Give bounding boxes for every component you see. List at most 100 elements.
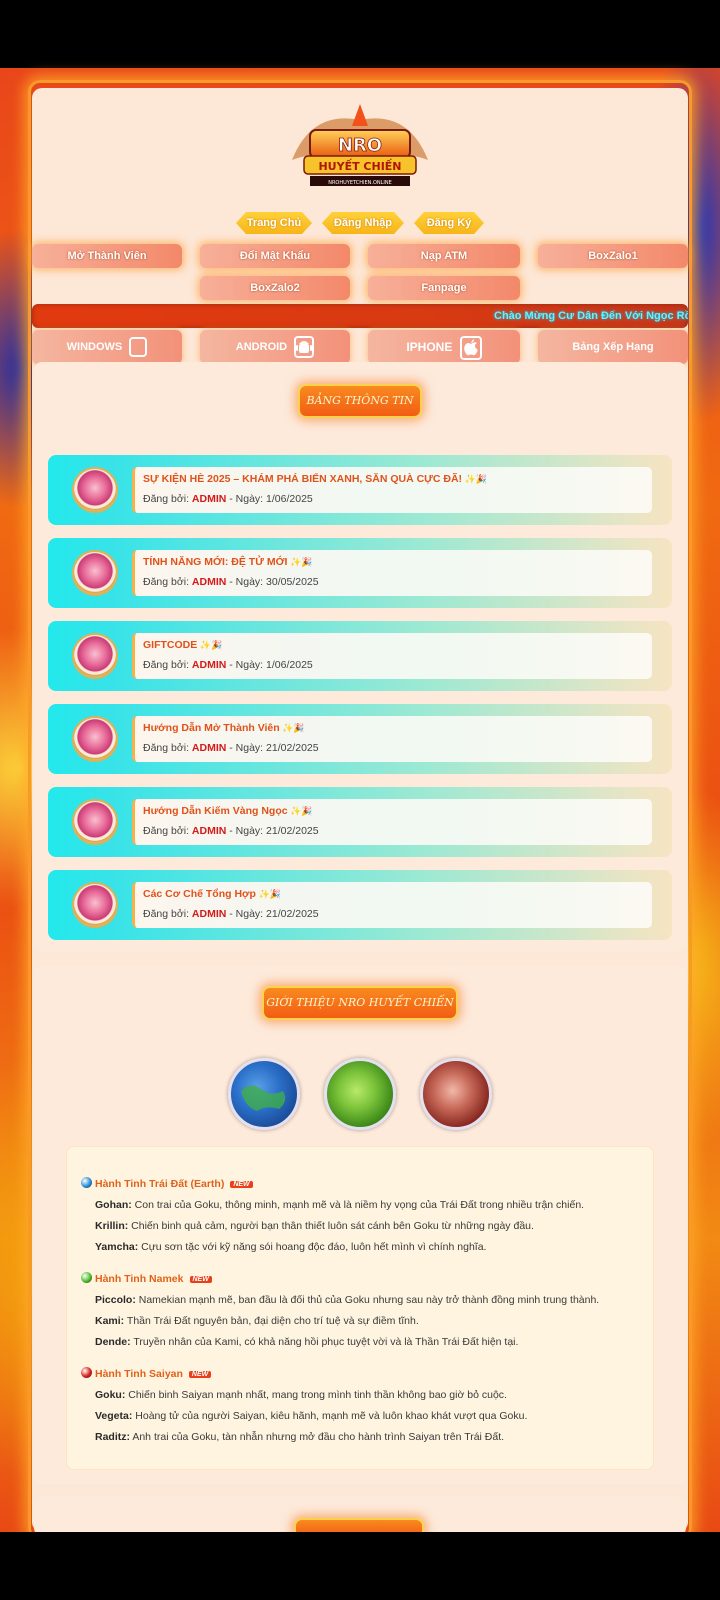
character-name: Gohan: — [95, 1199, 132, 1211]
post-author: ADMIN — [191, 493, 227, 505]
menu-boxzalo1[interactable]: BoxZalo1 — [538, 244, 688, 268]
planet-namek-icon[interactable] — [324, 1058, 396, 1130]
planet-saiyan-icon[interactable] — [420, 1058, 492, 1130]
menu-fanpage[interactable]: Fanpage — [368, 276, 520, 300]
character-entry: Gohan: Con trai của Goku, thông minh, mạ… — [95, 1199, 584, 1211]
new-badge: NEW — [230, 1181, 253, 1188]
admin-avatar — [72, 882, 118, 928]
post-author: ADMIN — [191, 825, 227, 837]
post-card[interactable]: GIFTCODE ✨🎉 Đăng bởi: ADMIN - Ngày: 1/06/… — [132, 633, 652, 679]
planet-section-heading: Hành Tinh Trái Đất (Earth) NEW — [81, 1177, 253, 1190]
character-name: Krillin: — [95, 1220, 129, 1232]
planet-dot-icon — [81, 1272, 92, 1283]
post-meta: Đăng bởi: ADMIN - Ngày: 21/02/2025 — [143, 742, 319, 754]
site-logo[interactable]: NRO HUYẾT CHIẾN NROHUYETCHIEN.ONLINE — [282, 100, 438, 196]
planet-dot-icon — [81, 1177, 92, 1188]
character-desc: Con trai của Goku, thông minh, mạnh mẽ v… — [131, 1199, 585, 1211]
post-author: ADMIN — [191, 908, 227, 920]
post-author: ADMIN — [191, 576, 227, 588]
news-post[interactable]: Các Cơ Chế Tổng Hợp ✨🎉 Đăng bởi: ADMIN - … — [48, 870, 672, 940]
news-post[interactable]: Hướng Dẫn Mở Thành Viên ✨🎉 Đăng bởi: ADMI… — [48, 704, 672, 774]
post-card[interactable]: Hướng Dẫn Mở Thành Viên ✨🎉 Đăng bởi: ADMI… — [132, 716, 652, 762]
download-iphone-button[interactable]: IPHONE — [368, 330, 520, 364]
welcome-marquee: Chào Mừng Cư Dân Đến Với Ngọc Rồng Hu — [32, 304, 688, 328]
menu-topup-atm[interactable]: Nạp ATM — [368, 244, 520, 268]
character-name: Yamcha: — [95, 1241, 139, 1253]
post-card[interactable]: TÍNH NĂNG MỚI: ĐỆ TỬ MỚI ✨🎉 Đăng bởi: ADM… — [132, 550, 652, 596]
top-black-bar — [0, 0, 720, 68]
sparkle-icon: ✨🎉 — [197, 640, 223, 650]
post-title[interactable]: Hướng Dẫn Kiếm Vàng Ngọc ✨🎉 — [143, 805, 313, 817]
post-card[interactable]: Hướng Dẫn Kiếm Vàng Ngọc ✨🎉 Đăng bởi: ADM… — [132, 799, 652, 845]
character-name: Vegeta: — [95, 1410, 133, 1422]
new-badge: NEW — [189, 1276, 212, 1283]
menu-change-password[interactable]: Đổi Mật Khẩu — [200, 244, 350, 268]
post-meta: Đăng bởi: ADMIN - Ngày: 1/06/2025 — [143, 659, 313, 671]
news-title: BẢNG THÔNG TIN — [298, 384, 422, 418]
post-date: 1/06/2025 — [266, 493, 313, 505]
post-title[interactable]: Hướng Dẫn Mở Thành Viên ✨🎉 — [143, 722, 305, 734]
character-desc: Namekian mạnh mẽ, ban đầu là đối thủ của… — [135, 1294, 600, 1306]
character-name: Goku: — [95, 1389, 126, 1401]
character-name: Raditz: — [95, 1431, 130, 1443]
post-title[interactable]: GIFTCODE ✨🎉 — [143, 639, 222, 651]
iphone-label: IPHONE — [406, 340, 453, 354]
character-entry: Yamcha: Cựu sơn tặc với kỹ năng sói hoan… — [95, 1241, 486, 1253]
character-entry: Dende: Truyền nhân của Kami, có khả năng… — [95, 1336, 518, 1348]
sparkle-icon: ✨🎉 — [287, 557, 313, 567]
sparkle-icon: ✨🎉 — [255, 889, 281, 899]
menu-open-member[interactable]: Mở Thành Viên — [32, 244, 182, 268]
post-date: 21/02/2025 — [266, 742, 319, 754]
post-meta: Đăng bởi: ADMIN - Ngày: 1/06/2025 — [143, 493, 313, 505]
svg-text:NROHUYETCHIEN.ONLINE: NROHUYETCHIEN.ONLINE — [328, 180, 392, 186]
svg-text:HUYẾT CHIẾN: HUYẾT CHIẾN — [318, 158, 401, 173]
post-meta: Đăng bởi: ADMIN - Ngày: 30/05/2025 — [143, 576, 319, 588]
post-date: 21/02/2025 — [266, 825, 319, 837]
news-post[interactable]: SỰ KIỆN HÈ 2025 – KHÁM PHÁ BIỂN XANH, SĂ… — [48, 455, 672, 525]
sparkle-icon: ✨🎉 — [287, 806, 313, 816]
download-windows-button[interactable]: WINDOWS — [32, 330, 182, 364]
character-desc: Truyền nhân của Kami, có khả năng hồi ph… — [130, 1336, 519, 1348]
planet-earth-icon[interactable] — [228, 1058, 300, 1130]
news-post[interactable]: TÍNH NĂNG MỚI: ĐỆ TỬ MỚI ✨🎉 Đăng bởi: ADM… — [48, 538, 672, 608]
post-date: 30/05/2025 — [266, 576, 319, 588]
post-card[interactable]: SỰ KIỆN HÈ 2025 – KHÁM PHÁ BIỂN XANH, SĂ… — [132, 467, 652, 513]
post-title[interactable]: TÍNH NĂNG MỚI: ĐỆ TỬ MỚI ✨🎉 — [143, 556, 312, 568]
nav-register-button[interactable]: Đăng Ký — [414, 212, 484, 234]
nav-home-button[interactable]: Trang Chủ — [236, 212, 312, 234]
character-name: Kami: — [95, 1315, 125, 1327]
character-desc: Cựu sơn tặc với kỹ năng sói hoang độc đá… — [138, 1241, 487, 1253]
planet-section-heading: Hành Tinh Saiyan NEW — [81, 1367, 212, 1380]
sparkle-icon: ✨🎉 — [462, 474, 487, 484]
planet-section-heading: Hành Tinh Namek NEW — [81, 1272, 212, 1285]
ranking-button[interactable]: Bảng Xếp Hạng — [538, 330, 688, 364]
admin-avatar — [72, 550, 118, 596]
sparkle-icon: ✨🎉 — [279, 723, 305, 733]
post-author: ADMIN — [191, 659, 227, 671]
character-desc: Chiến binh quả cảm, người bạn thân thiết… — [128, 1220, 534, 1232]
post-title[interactable]: Các Cơ Chế Tổng Hợp ✨🎉 — [143, 888, 281, 900]
post-card[interactable]: Các Cơ Chế Tổng Hợp ✨🎉 Đăng bởi: ADMIN - … — [132, 882, 652, 928]
post-date: 1/06/2025 — [266, 659, 313, 671]
menu-boxzalo2[interactable]: BoxZalo2 — [200, 276, 350, 300]
character-entry: Kami: Thần Trái Đất nguyên bản, đại diện… — [95, 1315, 419, 1327]
download-android-button[interactable]: ANDROID — [200, 330, 350, 364]
character-name: Piccolo: — [95, 1294, 136, 1306]
svg-text:NRO: NRO — [338, 135, 382, 156]
apple-icon — [459, 335, 482, 360]
intro-content: Hành Tinh Trái Đất (Earth) NEW Gohan: Con … — [66, 1146, 654, 1470]
news-post[interactable]: GIFTCODE ✨🎉 Đăng bởi: ADMIN - Ngày: 1/06/… — [48, 621, 672, 691]
news-post[interactable]: Hướng Dẫn Kiếm Vàng Ngọc ✨🎉 Đăng bởi: ADM… — [48, 787, 672, 857]
character-desc: Thần Trái Đất nguyên bản, đại diện cho t… — [124, 1315, 419, 1327]
windows-device-icon — [129, 337, 148, 358]
post-title[interactable]: SỰ KIỆN HÈ 2025 – KHÁM PHÁ BIỂN XANH, SĂ… — [143, 473, 487, 485]
post-date: 21/02/2025 — [266, 908, 319, 920]
post-author: ADMIN — [191, 742, 227, 754]
android-icon — [294, 336, 315, 359]
marquee-text: Chào Mừng Cư Dân Đến Với Ngọc Rồng Hu — [494, 310, 688, 322]
nav-login-button[interactable]: Đăng Nhập — [322, 212, 404, 234]
character-desc: Chiến binh Saiyan mạnh nhất, mang trong … — [125, 1389, 507, 1401]
admin-avatar — [72, 716, 118, 762]
character-name: Dende: — [95, 1336, 131, 1348]
bottom-black-bar — [0, 1532, 720, 1600]
